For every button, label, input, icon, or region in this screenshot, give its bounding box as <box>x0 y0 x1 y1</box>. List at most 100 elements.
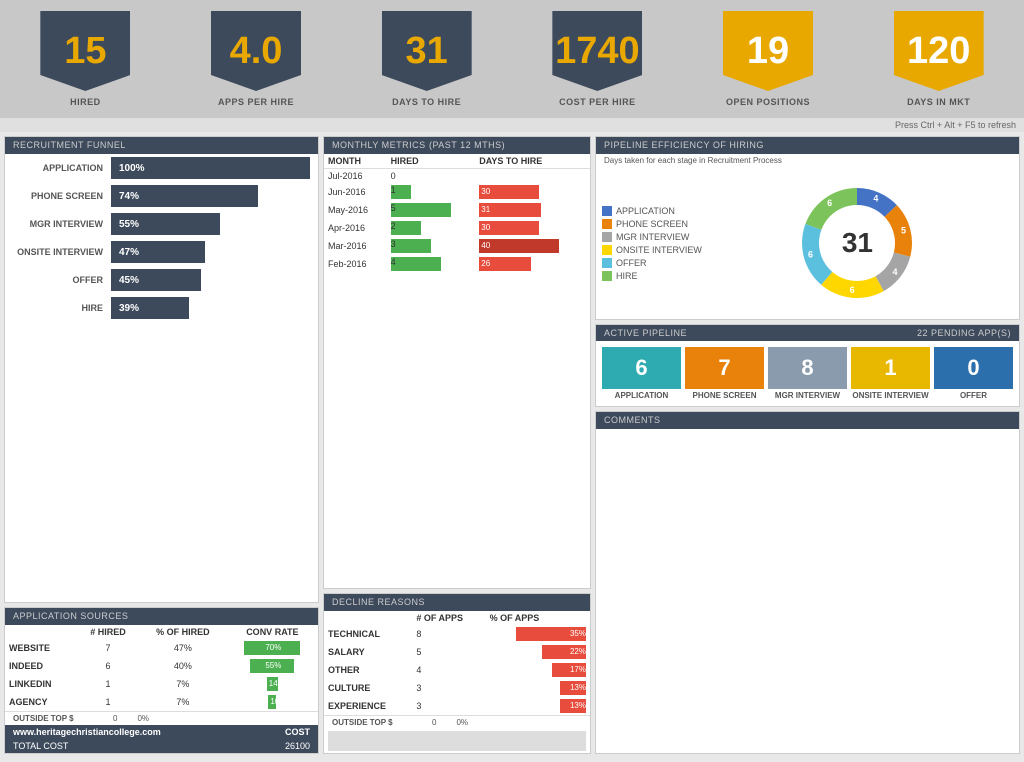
monthly-hired: 1 <box>387 183 476 201</box>
monthly-row: Jul-20160 <box>324 169 590 184</box>
hired-bar: 1 <box>391 185 411 199</box>
monthly-hired: 0 <box>387 169 476 184</box>
source-hired: 6 <box>77 657 139 675</box>
decline-outside-value: 0 <box>432 718 436 727</box>
decline-outside-label: OUTSIDE TOP $ <box>332 718 412 727</box>
pipeline-stage-count: 1 <box>851 347 930 389</box>
pipeline-stage: 8 MGR INTERVIEW <box>768 347 847 400</box>
pipeline-stage: 1ONSITE INTERVIEW <box>851 347 930 400</box>
decline-col-header <box>324 611 412 625</box>
comments-section: COMMENTS <box>595 411 1020 754</box>
funnel-row-label: HIRE <box>13 303 103 313</box>
monthly-row: Feb-2016 426 <box>324 255 590 273</box>
funnel-row: HIRE39% <box>5 294 318 322</box>
monthly-month: Mar-2016 <box>324 237 387 255</box>
metric-card-cost-per-hire: 1740COST PER HIRE <box>512 0 683 118</box>
decline-row: CULTURE313% <box>324 679 590 697</box>
funnel-row-label: OFFER <box>13 275 103 285</box>
days-bar: 26 <box>479 257 531 271</box>
funnel-row: APPLICATION100% <box>5 154 318 182</box>
monthly-month: Jun-2016 <box>324 183 387 201</box>
sources-col-header: % OF HIRED <box>139 625 227 639</box>
decline-pct: 13% <box>486 679 590 697</box>
funnel-row: OFFER45% <box>5 266 318 294</box>
source-name: WEBSITE <box>5 639 77 657</box>
total-cost-label: TOTAL COST <box>13 741 68 751</box>
monthly-col-header: MONTH <box>324 154 387 169</box>
funnel-rows: APPLICATION100% PHONE SCREEN 74% MGR INTERV… <box>5 154 318 322</box>
sources-row: AGENCY17%10% <box>5 693 318 711</box>
decline-bar: 35% <box>516 627 586 641</box>
sources-outside-pct: 0% <box>137 714 149 723</box>
monthly-month: Jul-2016 <box>324 169 387 184</box>
decline-reason: SALARY <box>324 643 412 661</box>
sources-col-header: CONV RATE <box>227 625 318 639</box>
donut-label: 4 <box>874 193 879 203</box>
monthly-month: Feb-2016 <box>324 255 387 273</box>
sources-outside: OUTSIDE TOP $ 0 0% <box>5 711 318 725</box>
decline-col-header: # OF APPS <box>412 611 485 625</box>
pipeline-counts: 6APPLICATION7PHONE SCREEN8MGR INTERVIEW1… <box>596 341 1019 406</box>
decline-reason: TECHNICAL <box>324 625 412 643</box>
active-pipeline-header: ACTIVE PIPELINE 22 Pending App(s) <box>596 325 1019 341</box>
total-cost-value: 26100 <box>285 741 310 751</box>
decline-reason: CULTURE <box>324 679 412 697</box>
funnel-bar: 100% <box>111 157 310 179</box>
pipeline-stage-label: APPLICATION <box>615 391 669 400</box>
funnel-header: RECRUITMENT FUNNEL <box>5 137 318 154</box>
decline-row: OTHER417% <box>324 661 590 679</box>
decline-reason: EXPERIENCE <box>324 697 412 715</box>
funnel-bar: 55% <box>111 213 220 235</box>
pipeline-stage-count: 8 <box>768 347 847 389</box>
decline-bar: 13% <box>560 699 586 713</box>
donut-chart: 454666 31 <box>787 173 927 313</box>
source-name: INDEED <box>5 657 77 675</box>
donut-label: 6 <box>850 285 855 295</box>
monthly-month: May-2016 <box>324 201 387 219</box>
donut-label: 4 <box>893 267 898 277</box>
monthly-days: 31 <box>475 201 590 219</box>
legend-dot <box>602 206 612 216</box>
funnel-bar: 74% <box>111 185 258 207</box>
monthly-days: 30 <box>475 219 590 237</box>
pipeline-stage-count: 0 <box>934 347 1013 389</box>
metric-card-days-to-hire: 31DAYS TO HIRE <box>341 0 512 118</box>
source-name: AGENCY <box>5 693 77 711</box>
decline-col-header: % OF APPS <box>486 611 590 625</box>
active-pipeline: ACTIVE PIPELINE 22 Pending App(s) 6APPLI… <box>595 324 1020 407</box>
decline-pct: 17% <box>486 661 590 679</box>
legend-item: APPLICATION <box>602 206 702 216</box>
metric-card-hired: 15HIRED <box>0 0 171 118</box>
source-hired: 7 <box>77 639 139 657</box>
monthly-title: MONTHLY METRICS <box>332 140 426 150</box>
decline-pct: 22% <box>486 643 590 661</box>
monthly-hired: 3 <box>387 237 476 255</box>
monthly-days <box>475 169 590 184</box>
legend-dot <box>602 219 612 229</box>
conv-bar: 55% <box>250 659 294 673</box>
legend-label: MGR INTERVIEW <box>616 232 689 242</box>
funnel-row-label: PHONE SCREEN <box>13 191 103 201</box>
decline-row: TECHNICAL8 35% <box>324 625 590 643</box>
monthly-row: May-2016 531 <box>324 201 590 219</box>
pipeline-stage-label: PHONE SCREEN <box>692 391 756 400</box>
funnel-row-label: MGR INTERVIEW <box>13 219 103 229</box>
pipeline-stage-label: OFFER <box>960 391 987 400</box>
metric-card-apps-per-hire: 4.0APPS PER HIRE <box>171 0 342 118</box>
pipeline-stage-label: MGR INTERVIEW <box>775 391 840 400</box>
decline-header: DECLINE REASONS <box>324 594 590 611</box>
monthly-hired: 4 <box>387 255 476 273</box>
monthly-row: Jun-2016 130 <box>324 183 590 201</box>
decline-outside-pct: 0% <box>456 718 468 727</box>
main-content: RECRUITMENT FUNNEL APPLICATION100%PHONE … <box>0 132 1024 758</box>
decline-apps: 5 <box>412 643 485 661</box>
donut-label: 6 <box>827 198 832 208</box>
decline-reasons: DECLINE REASONS # OF APPS% OF APPSTECHNI… <box>323 593 591 754</box>
source-pct-hired: 40% <box>139 657 227 675</box>
decline-apps: 8 <box>412 625 485 643</box>
monthly-hired: 5 <box>387 201 476 219</box>
comments-body <box>596 429 1019 509</box>
sources-col-header: # HIRED <box>77 625 139 639</box>
sources-row: WEBSITE747%70% <box>5 639 318 657</box>
decline-bar: 17% <box>552 663 586 677</box>
